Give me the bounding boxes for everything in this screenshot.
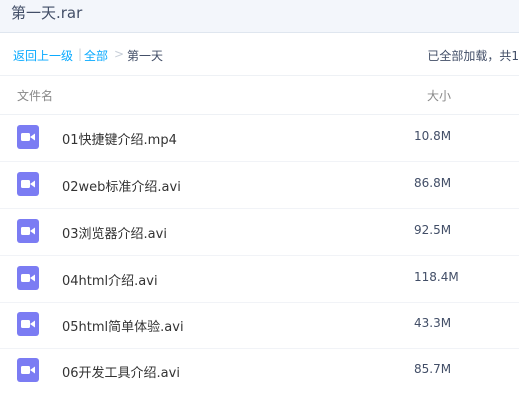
table-row[interactable]: 01快捷键介绍.mp4 10.8M bbox=[0, 115, 519, 162]
archive-preview-window: 第一天.rar 返回上一级 | 全部 > 第一天 已全部加载，共1 文件名 大小… bbox=[0, 0, 519, 394]
video-file-icon bbox=[17, 312, 39, 336]
file-name[interactable]: 04html介绍.avi bbox=[62, 270, 158, 289]
table-row[interactable]: 05html简单体验.avi 43.3M bbox=[0, 302, 519, 349]
file-name[interactable]: 03浏览器介绍.avi bbox=[62, 223, 167, 242]
column-header-size[interactable]: 大小 bbox=[427, 87, 451, 104]
file-size: 10.8M bbox=[414, 129, 452, 143]
column-header-name[interactable]: 文件名 bbox=[17, 87, 53, 104]
back-link[interactable]: 返回上一级 bbox=[13, 47, 73, 64]
file-size: 118.4M bbox=[414, 270, 459, 284]
video-file-icon bbox=[17, 358, 39, 382]
breadcrumb-divider: | bbox=[78, 47, 83, 61]
file-name[interactable]: 06开发工具介绍.avi bbox=[62, 362, 180, 381]
video-file-icon bbox=[17, 266, 39, 290]
file-size: 92.5M bbox=[414, 223, 452, 237]
table-row[interactable]: 03浏览器介绍.avi 92.5M bbox=[0, 209, 519, 256]
breadcrumb-current: 第一天 bbox=[127, 49, 164, 63]
file-name[interactable]: 01快捷键介绍.mp4 bbox=[62, 129, 177, 148]
file-table-header: 文件名 大小 bbox=[0, 76, 519, 115]
file-size: 85.7M bbox=[414, 362, 452, 376]
video-file-icon bbox=[17, 219, 39, 243]
title-bar: 第一天.rar bbox=[0, 0, 519, 33]
all-files-link[interactable]: 全部 bbox=[84, 47, 108, 64]
video-file-icon bbox=[17, 172, 39, 196]
breadcrumb-chevron: > bbox=[114, 47, 125, 61]
table-row[interactable]: 02web标准介绍.avi 86.8M bbox=[0, 162, 519, 209]
file-size: 43.3M bbox=[414, 316, 452, 330]
window-title: 第一天.rar bbox=[11, 4, 83, 22]
video-file-icon bbox=[17, 125, 39, 149]
file-name[interactable]: 05html简单体验.avi bbox=[62, 316, 184, 335]
load-status: 已全部加载，共1 bbox=[427, 49, 519, 63]
file-size: 86.8M bbox=[414, 176, 452, 190]
file-name[interactable]: 02web标准介绍.avi bbox=[62, 176, 181, 195]
breadcrumb: 返回上一级 | 全部 > 第一天 已全部加载，共1 bbox=[0, 33, 519, 76]
table-row[interactable]: 06开发工具介绍.avi 85.7M bbox=[0, 348, 519, 394]
table-row[interactable]: 04html介绍.avi 118.4M bbox=[0, 256, 519, 303]
